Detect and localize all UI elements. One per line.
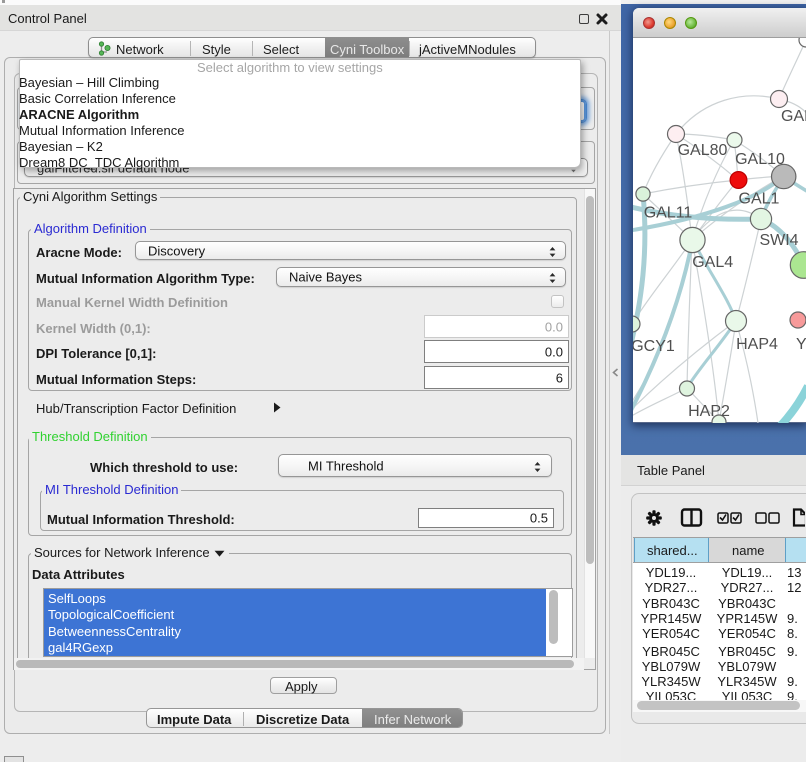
svg-text:GAL10: GAL10 [735,151,785,168]
svg-text:GAL11: GAL11 [644,205,693,222]
svg-text:GAL1: GAL1 [739,191,780,208]
svg-text:SWI4: SWI4 [759,232,798,249]
svg-text:GAL80: GAL80 [678,142,728,159]
svg-text:Y: Y [796,336,806,353]
svg-text:GAL2: GAL2 [781,108,806,125]
svg-text:HAP2: HAP2 [688,403,730,420]
svg-text:GCY1: GCY1 [633,338,675,355]
svg-text:HAP4: HAP4 [736,336,778,353]
svg-text:GAL4: GAL4 [692,254,733,271]
